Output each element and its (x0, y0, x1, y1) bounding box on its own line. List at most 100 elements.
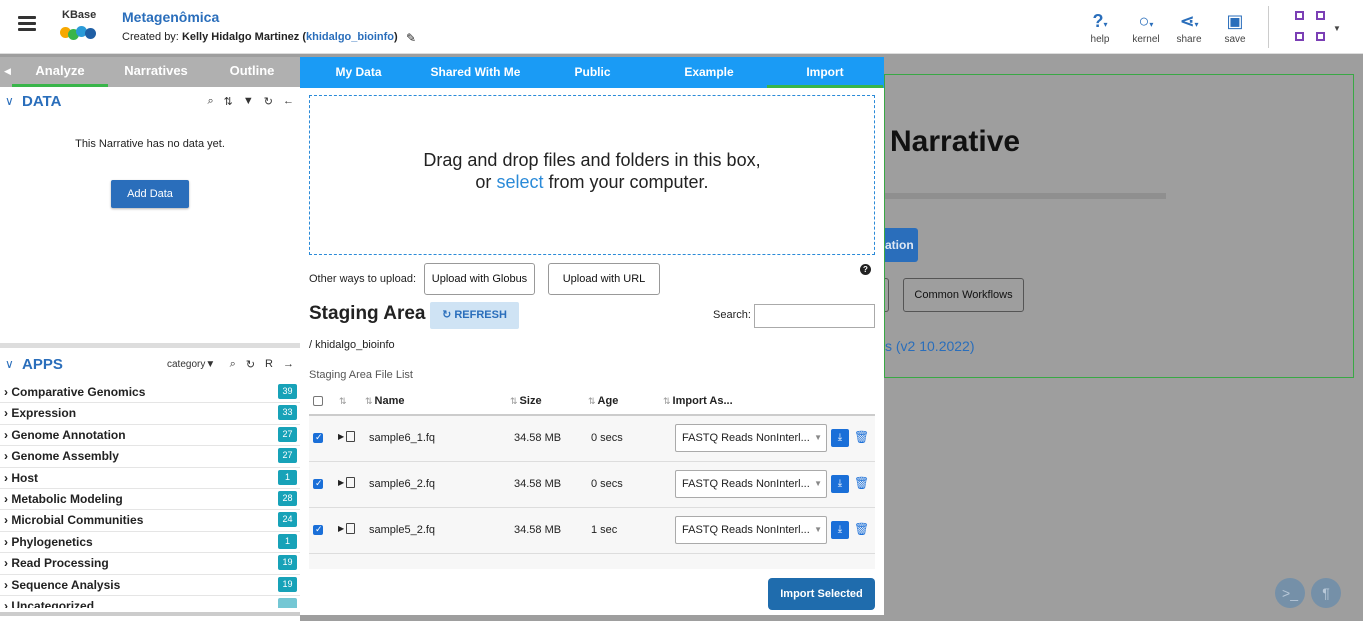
terminal-icon[interactable]: >_ (1275, 578, 1305, 608)
staging-area-title: Staging Area (309, 303, 426, 324)
app-category-item[interactable]: › Comparative Genomics 39 (0, 382, 300, 404)
narrative-action-button[interactable]: ation (885, 228, 918, 262)
chevron-down-icon[interactable]: ∨ (5, 94, 14, 108)
trash-icon[interactable]: 🗑 (854, 522, 869, 536)
upload-url-button[interactable]: Upload with URL (548, 263, 660, 295)
r-button[interactable]: R (265, 358, 273, 371)
chevron-right-icon: › (4, 470, 8, 485)
file-dropzone[interactable]: Drag and drop files and folders in this … (309, 95, 875, 255)
app-category-item[interactable]: › Uncategorized (0, 596, 300, 608)
refresh-icon[interactable]: ↻ (246, 358, 255, 371)
import-type-select[interactable]: FASTQ Reads NonInterl... ▼ (675, 470, 827, 498)
row-checkbox[interactable] (313, 524, 323, 535)
sort-icon[interactable]: ⇅ (339, 395, 349, 407)
search-icon[interactable]: ⌕ (208, 95, 214, 108)
app-category-item[interactable]: › Genome Annotation 27 (0, 425, 300, 447)
file-table-body: ▶ sample6_1.fq 34.58 MB 0 secs FASTQ Reads N… (309, 416, 875, 569)
data-section-title[interactable]: DATA (22, 93, 61, 110)
help-icon: ?▾ (1092, 11, 1108, 31)
kernel-button[interactable]: ○▾ kernel (1126, 10, 1166, 45)
download-icon[interactable]: ⤓ (831, 475, 849, 493)
app-category-item[interactable]: › Microbial Communities 24 (0, 510, 300, 532)
col-size[interactable]: ⇅ Size (510, 395, 542, 407)
expand-icon[interactable]: ▶ (338, 432, 344, 441)
sort-icon[interactable]: ⇅ (224, 95, 233, 108)
trash-icon[interactable]: 🗑 (854, 430, 869, 444)
narrative-title[interactable]: Metagenômica (122, 9, 219, 25)
arrow-right-icon[interactable]: → (283, 358, 294, 371)
tab-example[interactable]: Example (651, 57, 767, 88)
app-category-item[interactable]: › Metabolic Modeling 28 (0, 489, 300, 511)
tab-narratives[interactable]: Narratives (108, 57, 204, 87)
tab-my-data[interactable]: My Data (300, 57, 417, 88)
chevron-down-icon[interactable]: ∨ (5, 357, 14, 371)
help-icon[interactable]: ? (860, 264, 871, 275)
tab-public[interactable]: Public (534, 57, 651, 88)
edit-pencil-icon[interactable]: ✎ (406, 31, 416, 45)
upload-globus-button[interactable]: Upload with Globus (424, 263, 535, 295)
created-by: Created by: Kelly Hidalgo Martinez (khid… (122, 31, 398, 43)
app-category-item[interactable]: › Genome Assembly 27 (0, 446, 300, 468)
hamburger-menu-icon[interactable] (18, 16, 36, 32)
col-import-as[interactable]: ⇅ Import As... (663, 395, 733, 407)
download-icon[interactable]: ⤓ (831, 429, 849, 447)
side-panel-tabs: ◀ Analyze Narratives Outline (0, 57, 300, 87)
file-age: 0 secs (591, 432, 623, 444)
download-icon[interactable]: ⤓ (831, 521, 849, 539)
app-category-item[interactable]: › Sequence Analysis 19 (0, 575, 300, 596)
search-icon[interactable]: ⌕ (230, 358, 236, 371)
creator-user-link[interactable]: khidalgo_bioinfo (306, 31, 394, 43)
select-files-link[interactable]: select (496, 172, 543, 192)
chevron-down-icon[interactable]: ▼ (1333, 24, 1341, 33)
file-name: sample6_1.fq (369, 432, 436, 444)
tab-import[interactable]: Import (767, 57, 883, 88)
file-icon (346, 523, 355, 534)
version-link[interactable]: s (v2 10.2022) (885, 338, 975, 354)
app-count-badge: 19 (278, 576, 297, 592)
paragraph-icon[interactable]: ¶ (1311, 578, 1341, 608)
app-category-item[interactable]: › Expression 33 (0, 403, 300, 425)
apps-grid-icon[interactable] (1295, 11, 1327, 43)
add-data-button[interactable]: Add Data (111, 180, 189, 208)
search-input[interactable] (754, 304, 875, 328)
file-table-header: ⇅ ⇅ Name ⇅ Size ⇅ Age ⇅ Import As... (309, 390, 875, 416)
trash-icon[interactable]: 🗑 (854, 476, 869, 490)
row-checkbox[interactable] (313, 478, 323, 489)
import-selected-button[interactable]: Import Selected (768, 578, 875, 610)
logo-text: KBase (62, 9, 97, 21)
apps-section-title[interactable]: APPS (22, 356, 63, 373)
help-button[interactable]: ?▾ help (1080, 10, 1120, 45)
row-checkbox[interactable] (313, 432, 323, 443)
app-category-item[interactable]: › Host 1 (0, 468, 300, 489)
tab-outline[interactable]: Outline (204, 57, 300, 87)
file-icon (346, 431, 355, 442)
col-name[interactable]: ⇅ Name (365, 395, 405, 407)
apps-section-header: ∨ APPS category▼ ⌕ ↻ R → (0, 353, 300, 377)
share-button[interactable]: ⋖▾ share (1169, 10, 1209, 45)
select-all-checkbox[interactable] (313, 396, 323, 406)
other-ways-label: Other ways to upload: (309, 273, 417, 285)
table-row: ▶ sample5_2.fq 34.58 MB 1 sec FASTQ Reads No… (309, 508, 875, 554)
app-count-badge (278, 597, 297, 608)
filter-icon[interactable]: ▼ (243, 95, 254, 108)
save-button[interactable]: ▣ save (1215, 10, 1255, 45)
app-count-badge: 27 (278, 426, 297, 442)
import-type-select[interactable]: FASTQ Reads NonInterl... ▼ (675, 424, 827, 452)
import-type-select[interactable]: FASTQ Reads NonInterl... ▼ (675, 516, 827, 544)
refresh-button[interactable]: ↻ REFRESH (430, 302, 519, 329)
tab-shared-with-me[interactable]: Shared With Me (417, 57, 534, 88)
tab-analyze[interactable]: Analyze (12, 57, 108, 87)
arrow-left-icon[interactable]: ← (283, 95, 294, 108)
panel-splitter[interactable] (0, 343, 300, 348)
app-category-item[interactable]: › Read Processing 19 (0, 553, 300, 575)
kbase-logo[interactable]: KBase (60, 9, 100, 43)
collapse-panel-icon[interactable]: ◀ (4, 66, 11, 77)
col-age[interactable]: ⇅ Age (588, 395, 618, 407)
category-filter[interactable]: category▼ (167, 359, 215, 370)
app-category-item[interactable]: › Phylogenetics 1 (0, 532, 300, 554)
expand-icon[interactable]: ▶ (338, 478, 344, 487)
common-workflows-button[interactable]: Common Workflows (903, 278, 1024, 312)
refresh-icon[interactable]: ↻ (264, 95, 273, 108)
expand-icon[interactable]: ▶ (338, 524, 344, 533)
narrative-heading: Narrative (890, 125, 1021, 158)
